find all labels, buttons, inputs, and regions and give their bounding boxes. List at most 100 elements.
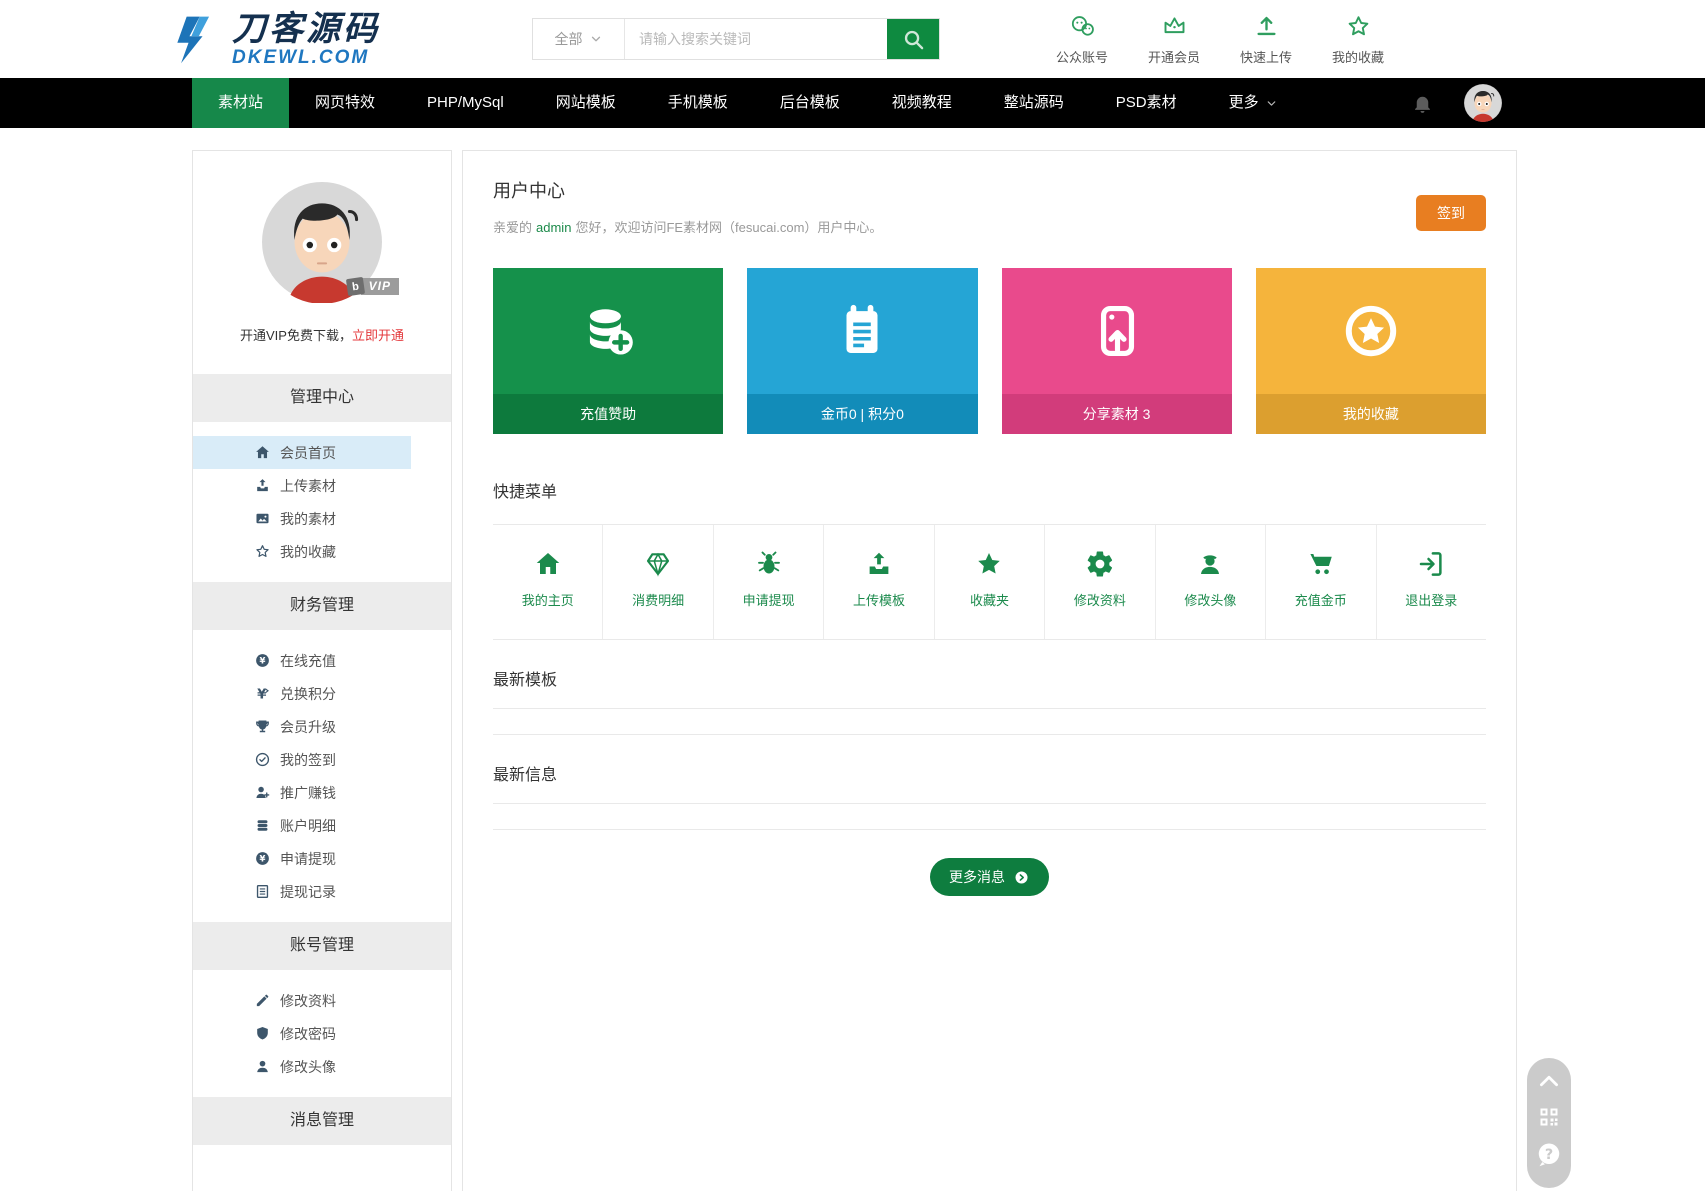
sidebar-item-upload-material[interactable]: 上传素材 xyxy=(193,469,411,502)
latest-templates-section: 最新模板 xyxy=(493,666,1486,735)
page-title: 用户中心 xyxy=(493,181,565,201)
upload-icon xyxy=(864,549,894,579)
sidebar-item-withdraw-request[interactable]: 申请提现 xyxy=(193,842,411,875)
sidebar-item-my-checkin[interactable]: 我的签到 xyxy=(193,743,411,776)
star-icon xyxy=(1345,13,1372,40)
header-link-public-account[interactable]: 公众账号 xyxy=(1051,13,1113,66)
chevron-down-icon xyxy=(589,32,603,46)
chevron-up-icon xyxy=(1536,1068,1562,1094)
chevron-down-icon xyxy=(1265,97,1278,110)
quick-favorites[interactable]: 收藏夹 xyxy=(933,525,1044,639)
nav-item-material-site[interactable]: 素材站 xyxy=(192,78,290,128)
nav-item-more[interactable]: 更多 xyxy=(1203,78,1304,128)
quick-logout[interactable]: 退出登录 xyxy=(1375,525,1486,639)
quick-recharge-coins[interactable]: 充值金币 xyxy=(1265,525,1375,639)
latest-templates-title: 最新模板 xyxy=(493,672,558,689)
header-link-label: 公众账号 xyxy=(1055,49,1108,65)
nav-item-php-mysql[interactable]: PHP/MySql xyxy=(401,78,530,128)
sidebar: b VIP 开通VIP免费下载，立即开通 管理中心 会员首页 上传素材 我的素材 xyxy=(192,150,452,1191)
quick-spending-details[interactable]: 消费明细 xyxy=(602,525,712,639)
nav-item-web-effects[interactable]: 网页特效 xyxy=(289,78,401,128)
nav-right xyxy=(1411,78,1502,128)
share-icon xyxy=(1086,300,1148,362)
main-nav: 素材站 网页特效 PHP/MySql 网站模板 手机模板 后台模板 视频教程 整… xyxy=(0,78,1705,128)
header-quick-links: 公众账号 开通会员 快速上传 我的收藏 xyxy=(1051,13,1389,66)
sidebar-item-referral-earn[interactable]: 推广赚钱 xyxy=(193,776,411,809)
sidebar-item-change-password[interactable]: 修改密码 xyxy=(193,1017,411,1050)
sidebar-item-change-avatar[interactable]: 修改头像 xyxy=(193,1050,411,1083)
vip-badge-b: b xyxy=(345,276,365,297)
qr-code-button[interactable] xyxy=(1534,1105,1564,1129)
vip-open-link[interactable]: 立即开通 xyxy=(352,328,404,343)
sidebar-list: 修改资料 修改密码 修改头像 xyxy=(193,970,451,1097)
header-link-label: 开通会员 xyxy=(1147,49,1200,65)
upload-icon xyxy=(254,477,271,494)
search-icon xyxy=(902,28,925,51)
user-avatar[interactable]: b VIP xyxy=(261,181,399,303)
tile-shared-materials[interactable]: 分享素材 3 xyxy=(1001,268,1232,434)
floating-widget xyxy=(1527,1058,1571,1188)
nav-user-avatar[interactable] xyxy=(1464,84,1502,122)
sidebar-item-online-recharge[interactable]: 在线充值 xyxy=(193,644,411,677)
site-logo[interactable]: 刀客源码 DKEWL.COM xyxy=(168,11,380,67)
notification-bell-icon[interactable] xyxy=(1411,92,1434,115)
latest-news-title: 最新信息 xyxy=(493,767,558,784)
header-link-quick-upload[interactable]: 快速上传 xyxy=(1235,13,1297,66)
quick-withdraw-request[interactable]: 申请提现 xyxy=(712,525,823,639)
vip-promo-text: 开通VIP免费下载，立即开通 xyxy=(240,328,404,343)
header-link-open-vip[interactable]: 开通会员 xyxy=(1143,13,1205,66)
yen-circle-icon xyxy=(254,850,271,867)
sidebar-item-withdraw-records[interactable]: 提现记录 xyxy=(193,875,411,908)
nav-item-video-tutorials[interactable]: 视频教程 xyxy=(866,78,978,128)
nav-item-website-templates[interactable]: 网站模板 xyxy=(530,78,642,128)
sidebar-avatar-block: b VIP 开通VIP免费下载，立即开通 xyxy=(193,151,451,374)
more-button-wrap: 更多消息 xyxy=(493,858,1486,896)
tile-recharge-sponsor[interactable]: 充值赞助 xyxy=(493,268,724,434)
notepad-icon xyxy=(831,300,893,362)
logo-domain: DKEWL.COM xyxy=(232,46,370,68)
star-icon xyxy=(254,543,271,560)
quick-edit-profile[interactable]: 修改资料 xyxy=(1044,525,1154,639)
quick-my-homepage[interactable]: 我的主页 xyxy=(493,525,602,639)
question-bubble-icon xyxy=(1534,1140,1564,1170)
sidebar-item-my-favorites[interactable]: 我的收藏 xyxy=(193,535,411,568)
nav-item-psd-materials[interactable]: PSD素材 xyxy=(1090,78,1203,128)
greeting-text: 亲爱的 admin 您好，欢迎访问FE素材网（fesucai.com）用户中心。 xyxy=(493,220,883,235)
vip-badge[interactable]: b VIP xyxy=(345,276,399,297)
header-link-my-favorites[interactable]: 我的收藏 xyxy=(1327,13,1389,66)
nav-item-mobile-templates[interactable]: 手机模板 xyxy=(642,78,754,128)
search-input[interactable] xyxy=(625,19,887,59)
sidebar-item-edit-profile[interactable]: 修改资料 xyxy=(193,984,411,1017)
checkin-button[interactable]: 签到 xyxy=(1416,195,1486,231)
sidebar-section-account: 账号管理 xyxy=(193,922,451,970)
sidebar-item-member-home[interactable]: 会员首页 xyxy=(193,436,411,469)
image-icon xyxy=(254,510,271,527)
sidebar-item-member-upgrade[interactable]: 会员升级 xyxy=(193,710,411,743)
content-area: b VIP 开通VIP免费下载，立即开通 管理中心 会员首页 上传素材 我的素材 xyxy=(192,150,1517,1191)
search-category-select[interactable]: 全部 xyxy=(533,19,625,59)
tile-label: 我的收藏 xyxy=(1342,406,1399,422)
sidebar-item-my-materials[interactable]: 我的素材 xyxy=(193,502,411,535)
cart-icon xyxy=(1306,549,1336,579)
sidebar-item-exchange-points[interactable]: 兑换积分 xyxy=(193,677,411,710)
tile-my-favorites[interactable]: 我的收藏 xyxy=(1255,268,1486,434)
logo-title: 刀客源码 xyxy=(232,9,380,48)
tile-coins-points[interactable]: 金币0 | 积分0 xyxy=(747,268,978,434)
header-link-label: 快速上传 xyxy=(1239,49,1292,65)
latest-news-section: 最新信息 xyxy=(493,761,1486,830)
more-messages-button[interactable]: 更多消息 xyxy=(930,858,1049,896)
divider xyxy=(493,829,1486,830)
coins-icon xyxy=(577,300,639,362)
nav-item-full-site-source[interactable]: 整站源码 xyxy=(978,78,1090,128)
back-to-top-button[interactable] xyxy=(1534,1068,1564,1094)
nav-item-backend-templates[interactable]: 后台模板 xyxy=(754,78,866,128)
stat-tiles: 充值赞助 金币0 | 积分0 分享素材 3 我的收藏 xyxy=(493,268,1486,434)
help-button[interactable] xyxy=(1534,1140,1564,1170)
quick-upload-template[interactable]: 上传模板 xyxy=(823,525,933,639)
quick-change-avatar[interactable]: 修改头像 xyxy=(1154,525,1265,639)
star-circle-icon xyxy=(1340,300,1402,362)
check-circle-icon xyxy=(254,751,271,768)
home-icon xyxy=(533,549,563,579)
search-button[interactable] xyxy=(887,19,939,59)
sidebar-item-account-details[interactable]: 账户明细 xyxy=(193,809,411,842)
